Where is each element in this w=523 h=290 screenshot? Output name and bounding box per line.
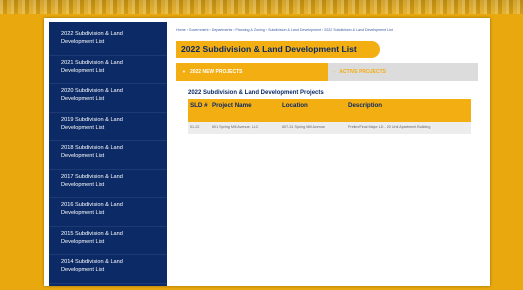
cell-project-name: 601 Spring Mill Avenue, LLC — [212, 125, 259, 129]
sidebar-item-label: 2017 Subdivision & Land Development List — [61, 173, 123, 188]
projects-table: SLD # Project Name Location Description … — [188, 99, 471, 134]
column-header-project-name: Project Name — [212, 102, 252, 109]
table-header-row: SLD # Project Name Location Description — [188, 99, 471, 122]
sidebar-item-2014[interactable]: 2014 Subdivision & Land Development List — [49, 255, 167, 284]
tab-active-projects[interactable]: › ACTIVE PROJECTS — [328, 63, 478, 81]
sidebar-item-2020[interactable]: 2020 Subdivision & Land Development List — [49, 84, 167, 113]
sidebar-item-label: 2022 Subdivision & Land Development List — [61, 31, 123, 45]
sidebar-item-label: 2020 Subdivision & Land Development List — [61, 88, 123, 102]
chevron-right-icon: › — [334, 69, 336, 74]
column-header-location: Location — [282, 102, 308, 109]
sidebar-item-label: 2016 Subdivision & Land Development List — [61, 202, 123, 216]
main-content: Home › Government › Departments › Planni… — [176, 22, 482, 286]
decorative-top-band — [0, 0, 523, 14]
project-tabs: ▼ 2022 NEW PROJECTS › ACTIVE PROJECTS — [176, 63, 478, 81]
sidebar-item-label: 2018 Subdivision & Land Development List — [61, 145, 123, 159]
tab-label: 2022 NEW PROJECTS — [189, 69, 243, 75]
sidebar-item-2022[interactable]: 2022 Subdivision & Land Development List — [49, 27, 167, 56]
sidebar-item-label: 2014 Subdivision & Land Development List — [61, 259, 123, 273]
page-title: 2022 Subdivision & Land Development List — [176, 41, 380, 58]
breadcrumb[interactable]: Home › Government › Departments › Planni… — [176, 28, 482, 32]
chevron-down-icon: ▼ — [182, 69, 186, 74]
tab-label: ACTIVE PROJECTS — [339, 69, 387, 75]
table-row: 01-22 601 Spring Mill Avenue, LLC 607-31… — [188, 122, 471, 134]
sidebar-item-label: 2021 Subdivision & Land Development List — [61, 59, 123, 74]
column-header-description: Description — [348, 102, 383, 109]
sidebar-item-label: 2019 Subdivision & Land Development List — [61, 116, 123, 131]
cell-description: Prelim/Final Major LD - 20 Unit Apartmen… — [348, 125, 431, 129]
sidebar-item-label: 2015 Subdivision & Land Development List — [61, 230, 123, 245]
sidebar-item-2019[interactable]: 2019 Subdivision & Land Development List — [49, 113, 167, 141]
sidebar-item-2015[interactable]: 2015 Subdivision & Land Development List — [49, 227, 167, 255]
sidebar-item-2021[interactable]: 2021 Subdivision & Land Development List — [49, 56, 167, 84]
sidebar-item-2016[interactable]: 2016 Subdivision & Land Development List — [49, 198, 167, 227]
sidebar-item-2018[interactable]: 2018 Subdivision & Land Development List — [49, 141, 167, 170]
cell-sld: 01-22 — [190, 125, 200, 129]
cell-location: 607-31 Spring Mill Avenue — [282, 125, 325, 129]
column-header-sld: SLD # — [190, 102, 208, 109]
tab-new-projects[interactable]: ▼ 2022 NEW PROJECTS — [176, 63, 328, 81]
sidebar-nav: 2022 Subdivision & Land Development List… — [49, 22, 167, 286]
section-title: 2022 Subdivision & Land Development Proj… — [188, 90, 324, 96]
sidebar-item-2017[interactable]: 2017 Subdivision & Land Development List — [49, 170, 167, 198]
